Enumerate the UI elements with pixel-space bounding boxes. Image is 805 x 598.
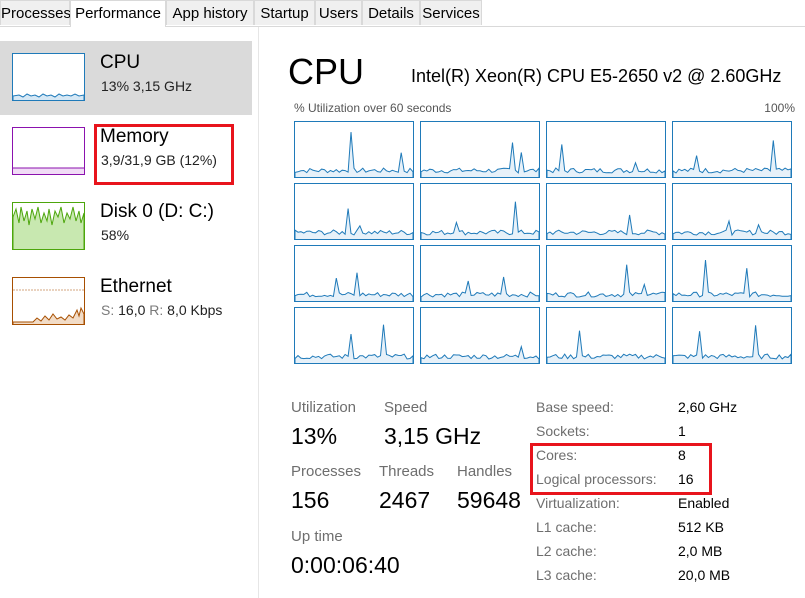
l2-cache-label: L2 cache: <box>536 543 597 559</box>
ethernet-thumbnail-graph <box>12 277 85 325</box>
tab-startup[interactable]: Startup <box>254 0 315 25</box>
l1-cache-value: 512 KB <box>678 519 724 535</box>
logical-processor-graph <box>420 183 540 240</box>
l3-cache-label: L3 cache: <box>536 567 597 583</box>
cores-label: Cores: <box>536 447 578 463</box>
speed-label: Speed <box>384 399 428 416</box>
logical-processor-graph <box>546 183 666 240</box>
logical-processor-graph <box>672 183 792 240</box>
utilization-graph-label: % Utilization over 60 seconds <box>294 101 452 115</box>
disk-thumbnail-graph <box>12 202 85 250</box>
sockets-label: Sockets: <box>536 423 590 439</box>
logical-processor-graph <box>420 307 540 364</box>
handles-value: 59648 <box>457 487 521 513</box>
logical-processor-graph <box>546 121 666 178</box>
l3-cache-value: 20,0 MB <box>678 567 731 583</box>
base-speed-value: 2,60 GHz <box>678 399 738 415</box>
logical-processors-value: 16 <box>678 471 694 487</box>
page-title: CPU <box>288 51 365 92</box>
l2-cache-value: 2,0 MB <box>678 543 723 559</box>
threads-label: Threads <box>379 463 435 480</box>
memory-thumbnail-graph <box>12 127 85 175</box>
logical-processor-graph <box>672 307 792 364</box>
sidebar-item-label: Memory <box>100 126 169 147</box>
logical-processor-graph <box>294 245 414 302</box>
sidebar-item-label: CPU <box>100 52 141 73</box>
tab-bar: Processes Performance App history Startu… <box>0 0 805 27</box>
tab-app-history[interactable]: App history <box>166 0 254 25</box>
cpu-detail-panel: CPU Intel(R) Xeon(R) CPU E5-2650 v2 @ 2.… <box>270 27 805 598</box>
uptime-value: 0:00:06:40 <box>291 552 400 578</box>
sidebar-item-subtitle: 3,9/31,9 GB (12%) <box>101 152 217 168</box>
logical-processor-graph <box>294 183 414 240</box>
sidebar-item-disk[interactable]: Disk 0 (D: C:) 58% <box>0 190 252 264</box>
processes-value: 156 <box>291 487 330 513</box>
virtualization-value: Enabled <box>678 495 730 511</box>
uptime-label: Up time <box>291 528 343 545</box>
handles-label: Handles <box>457 463 513 480</box>
logical-processor-graph <box>672 245 792 302</box>
cores-value: 8 <box>678 447 686 463</box>
logical-processor-graph <box>420 245 540 302</box>
send-value: 16,0 <box>118 302 146 318</box>
sidebar: CPU 13% 3,15 GHz Memory 3,9/31,9 GB (12%… <box>0 27 259 598</box>
sidebar-item-memory[interactable]: Memory 3,9/31,9 GB (12%) <box>0 115 252 189</box>
logical-processor-graph <box>546 307 666 364</box>
sidebar-item-subtitle: 13% 3,15 GHz <box>101 78 193 94</box>
tab-users[interactable]: Users <box>315 0 362 25</box>
sidebar-item-label: Disk 0 (D: C:) <box>100 201 214 222</box>
logical-processor-graphs <box>294 121 792 365</box>
sidebar-item-subtitle: 58% <box>101 227 130 243</box>
tab-services[interactable]: Services <box>420 0 482 25</box>
sidebar-item-subtitle: S: 16,0 R: 8,0 Kbps <box>101 302 222 318</box>
sidebar-item-label: Ethernet <box>100 276 172 297</box>
tab-details[interactable]: Details <box>362 0 420 25</box>
receive-value: 8,0 Kbps <box>167 302 223 318</box>
cpu-model-name: Intel(R) Xeon(R) CPU E5-2650 v2 @ 2.60GH… <box>411 66 782 86</box>
cpu-thumbnail-graph <box>12 53 85 101</box>
speed-value: 3,15 GHz <box>384 423 482 449</box>
logical-processor-graph <box>672 121 792 178</box>
logical-processors-label: Logical processors: <box>536 471 657 487</box>
logical-processor-graph <box>546 245 666 302</box>
sockets-value: 1 <box>678 423 686 439</box>
threads-value: 2467 <box>379 487 431 513</box>
tab-processes[interactable]: Processes <box>0 0 71 25</box>
l1-cache-label: L1 cache: <box>536 519 597 535</box>
logical-processor-graph <box>294 121 414 178</box>
logical-processor-graph <box>420 121 540 178</box>
logical-processor-graph <box>294 307 414 364</box>
tab-performance[interactable]: Performance <box>70 0 166 27</box>
base-speed-label: Base speed: <box>536 399 614 415</box>
processes-label: Processes <box>291 463 362 480</box>
sidebar-item-cpu[interactable]: CPU 13% 3,15 GHz <box>0 41 252 115</box>
utilization-value: 13% <box>291 423 338 449</box>
send-label: S: <box>101 302 115 318</box>
receive-label: R: <box>149 302 164 318</box>
virtualization-label: Virtualization: <box>536 495 620 511</box>
sidebar-item-ethernet[interactable]: Ethernet S: 16,0 R: 8,0 Kbps <box>0 265 252 339</box>
utilization-max-label: 100% <box>764 101 795 115</box>
utilization-label: Utilization <box>291 399 357 416</box>
